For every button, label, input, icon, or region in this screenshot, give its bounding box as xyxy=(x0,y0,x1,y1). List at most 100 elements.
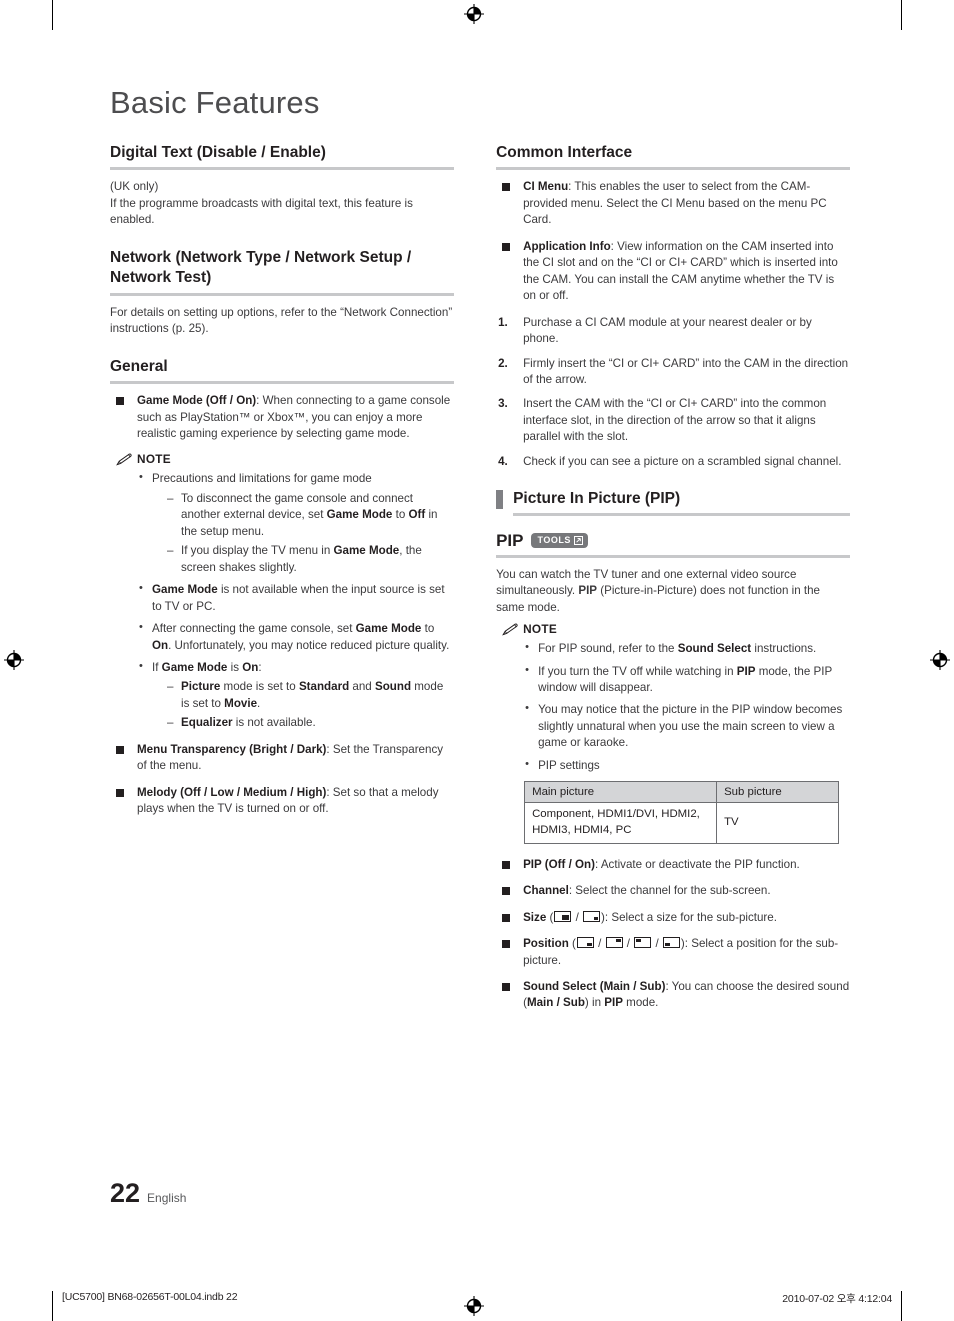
term-sound-select: Sound Select (Main / Sub) xyxy=(523,979,666,993)
general-bullet-list-2: Menu Transparency (Bright / Dark): Set t… xyxy=(110,742,454,818)
heading-rule xyxy=(513,512,850,516)
page-language: English xyxy=(147,1191,187,1205)
text-b: PIP xyxy=(578,584,598,598)
pip-settings-table: Main picture Sub picture Component, HDMI… xyxy=(524,781,840,844)
text-close: ): Select a size for the sub-picture. xyxy=(601,910,777,924)
crop-mark-bottom-left xyxy=(52,1291,53,1321)
text-sep-3: / xyxy=(652,937,662,951)
text-a: For PIP sound, refer to the xyxy=(538,642,678,656)
left-column: Digital Text (Disable / Enable) (UK only… xyxy=(110,143,455,1031)
text-d: On xyxy=(152,638,169,652)
position-top-right-icon xyxy=(605,937,623,949)
size-small-icon xyxy=(583,910,601,922)
section-picture-in-picture: Picture In Picture (PIP) xyxy=(496,489,850,516)
term-game-mode: Game Mode (Off / On) xyxy=(137,394,257,408)
text-e: Sound xyxy=(374,680,412,694)
text-a: If you display the TV menu in xyxy=(181,544,334,558)
tools-arrow-icon xyxy=(573,532,583,550)
desc-pip-onoff: : Activate or deactivate the PIP functio… xyxy=(595,857,800,871)
list-item-game-mode: Game Mode (Off / On): When connecting to… xyxy=(110,393,454,442)
note-header: NOTE xyxy=(502,622,850,636)
size-large-icon xyxy=(554,910,572,922)
tools-badge[interactable]: TOOLS xyxy=(531,532,588,550)
desc-channel: : Select the channel for the sub-screen. xyxy=(568,884,771,898)
network-body: For details on setting up options, refer… xyxy=(110,305,453,336)
text-sep: / xyxy=(572,910,583,924)
crop-mark-bottom-right xyxy=(901,1291,902,1321)
text-a: Equalizer xyxy=(181,716,233,730)
list-item-melody: Melody (Off / Low / Medium / High): Set … xyxy=(110,785,454,818)
text-d: PIP xyxy=(604,996,623,1010)
note-item: You may notice that the picture in the P… xyxy=(524,701,850,751)
text-c: instructions. xyxy=(751,642,817,656)
note-sub-list: To disconnect the game console and conne… xyxy=(167,491,454,576)
note-item: If Game Mode is On: Picture mode is set … xyxy=(138,659,454,732)
table-cell-sub-picture: TV xyxy=(716,802,840,844)
list-item-pip-onoff: PIP (Off / On): Activate or deactivate t… xyxy=(496,857,850,873)
common-interface-steps: Purchase a CI CAM module at your nearest… xyxy=(496,315,850,471)
desc-ci-menu: : This enables the user to select from t… xyxy=(523,180,827,227)
pip-title: PIP xyxy=(496,530,524,550)
registration-mark-top xyxy=(464,4,484,24)
note-item: Game Mode is not available when the inpu… xyxy=(138,581,454,615)
note-item: Precautions and limitations for game mod… xyxy=(138,470,454,576)
text-a: If xyxy=(152,660,162,674)
term-melody: Melody (Off / Low / Medium / High) xyxy=(137,785,327,799)
note-header: NOTE xyxy=(116,452,454,466)
heading-rule xyxy=(496,554,850,558)
term-menu-transparency: Menu Transparency (Bright / Dark) xyxy=(137,742,327,756)
page-content: Basic Features Digital Text (Disable / E… xyxy=(110,85,850,1031)
note-item: For PIP sound, refer to the Sound Select… xyxy=(524,640,850,657)
text-b: is not available. xyxy=(232,716,316,730)
pip-bar-heading: Picture In Picture (PIP) xyxy=(496,489,850,512)
text-d: On xyxy=(242,660,259,674)
step-item: Firmly insert the “CI or CI+ CARD” into … xyxy=(498,356,849,386)
term-channel: Channel xyxy=(523,884,569,898)
imprint-filename: [UC5700] BN68-02656T-00L04.indb 22 xyxy=(62,1291,238,1303)
page-title: Basic Features xyxy=(110,85,320,120)
text-a: If you turn the TV off while watching in xyxy=(538,664,737,678)
position-bottom-right-icon xyxy=(576,937,594,949)
heading-rule xyxy=(110,167,455,171)
imprint-timestamp: 2010-07-02 오후 4:12:04 xyxy=(782,1293,892,1305)
table-header-row: Main picture Sub picture xyxy=(524,781,840,804)
list-item-channel: Channel: Select the channel for the sub-… xyxy=(496,883,850,899)
text-c: ) in xyxy=(584,996,605,1010)
section-marker-bar xyxy=(496,490,504,510)
pip-title-row: PIP TOOLS xyxy=(496,531,850,555)
text-c: is xyxy=(227,660,243,674)
text-g: Movie xyxy=(224,696,258,710)
text-a: Picture xyxy=(181,680,221,694)
pencil-icon xyxy=(502,623,518,636)
note-sub-item: To disconnect the game console and conne… xyxy=(167,491,454,540)
text-b: PIP xyxy=(736,664,756,678)
text-c: to xyxy=(392,508,409,522)
text-h: . xyxy=(257,696,261,710)
text-d: and xyxy=(349,680,375,694)
digital-text-body: If the programme broadcasts with digital… xyxy=(110,196,413,227)
text-sep-1: / xyxy=(594,937,605,951)
note-item: PIP settings xyxy=(524,757,850,774)
subsection-pip: PIP TOOLS You can watch the TV tuner and… xyxy=(496,531,850,1012)
tools-badge-label: TOOLS xyxy=(537,535,571,546)
text-b: Game Mode xyxy=(355,622,422,636)
table-cell-main-picture: Component, HDMI1/DVI, HDMI2, HDMI3, HDMI… xyxy=(524,802,718,844)
section-digital-text: Digital Text (Disable / Enable) (UK only… xyxy=(110,143,455,229)
term-size: Size xyxy=(523,910,547,924)
heading-picture-in-picture: Picture In Picture (PIP) xyxy=(513,490,681,508)
list-item-position: Position ( / / / ): Select a position fo… xyxy=(496,936,850,969)
note-sub-list: Picture mode is set to Standard and Soun… xyxy=(167,679,454,732)
note-item: After connecting the game console, set G… xyxy=(138,620,454,654)
crop-mark-top-left xyxy=(52,0,53,30)
text-e: : xyxy=(258,660,262,674)
registration-mark-left xyxy=(4,650,24,670)
registration-mark-bottom xyxy=(464,1296,484,1316)
manual-page: Basic Features Digital Text (Disable / E… xyxy=(0,0,954,1321)
text-c: to xyxy=(421,622,435,636)
text-sep-2: / xyxy=(623,937,634,951)
note-label: NOTE xyxy=(523,622,558,637)
heading-network: Network (Network Type / Network Setup / … xyxy=(110,248,412,287)
note-sub-item: If you display the TV menu in Game Mode,… xyxy=(167,543,454,576)
position-top-left-icon xyxy=(634,937,652,949)
general-bullet-list: Game Mode (Off / On): When connecting to… xyxy=(110,393,454,442)
